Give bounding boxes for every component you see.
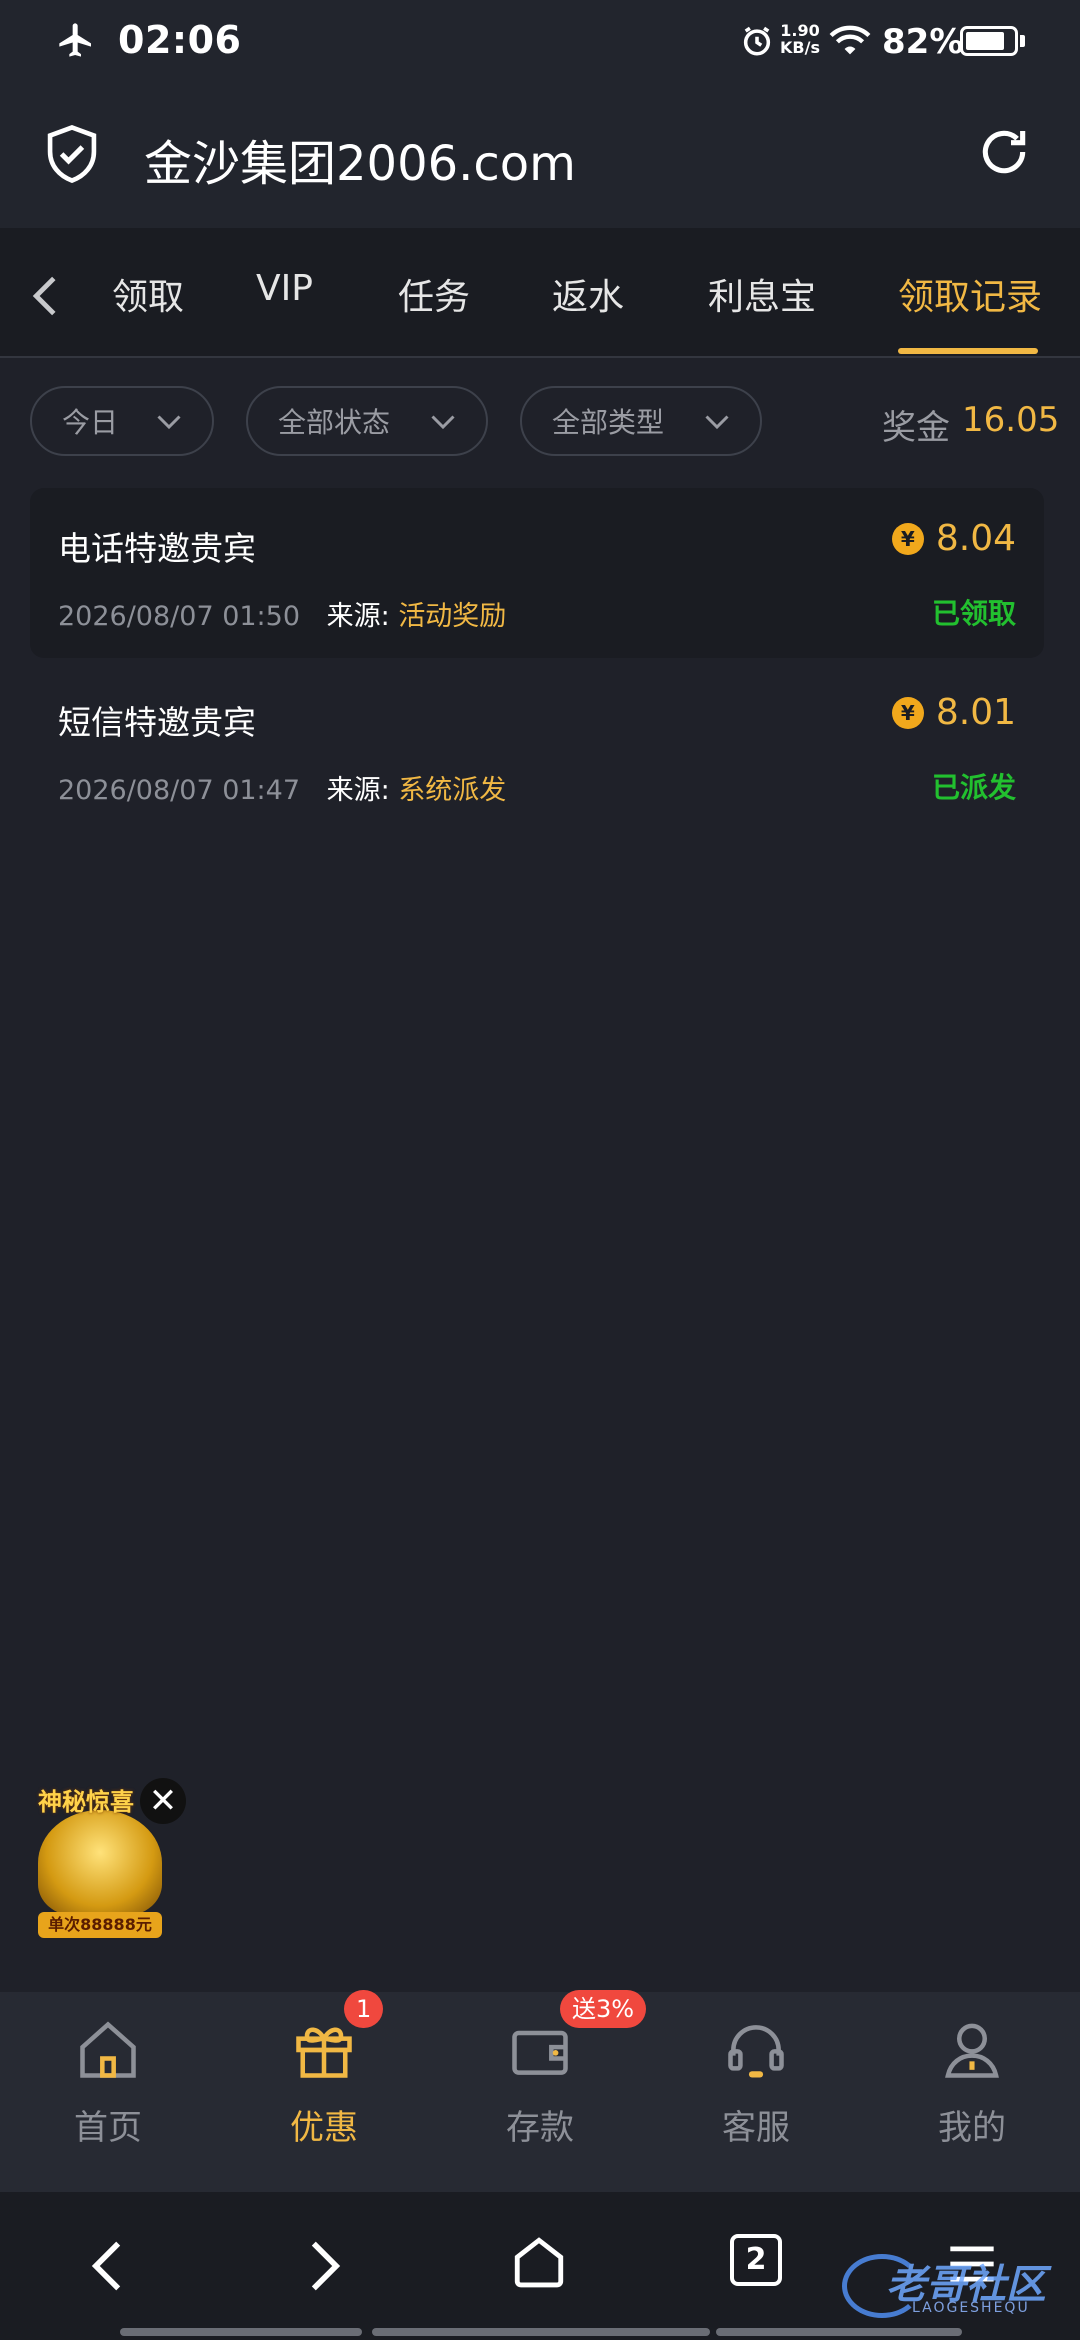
watermark-logo: 老哥社区 LAOGESHEQU — [842, 2248, 1068, 2328]
user-icon — [945, 2023, 999, 2078]
promo-title: 神秘惊喜 — [38, 1788, 134, 1816]
network-speed: 1.90 KB/s — [780, 21, 820, 57]
gift-icon — [296, 2027, 352, 2078]
record-item[interactable]: 短信特邀贵宾 ¥ 8.01 2026/08/07 01:47 来源: 系统派发 … — [30, 662, 1044, 832]
source-label: 来源: — [326, 601, 390, 632]
home-icon — [80, 2021, 136, 2078]
tab-task[interactable]: 任务 — [398, 268, 470, 320]
deposit-bonus-badge: 送3% — [560, 1990, 647, 2028]
record-status: 已领取 — [931, 597, 1016, 630]
chevron-left-icon[interactable] — [30, 274, 60, 318]
alarm-icon — [743, 26, 771, 56]
record-time: 2026/08/07 01:50 — [58, 601, 301, 632]
watermark-subtext: LAOGESHEQU — [912, 2300, 1030, 2316]
close-icon[interactable]: ✕ — [140, 1778, 186, 1824]
wallet-icon — [512, 2030, 568, 2075]
nav-promotions[interactable]: 优惠 1 — [216, 1990, 432, 2192]
battery-icon — [960, 26, 1018, 56]
tab-interest[interactable]: 利息宝 — [708, 268, 816, 320]
record-time: 2026/08/07 01:47 — [58, 775, 301, 806]
type-filter[interactable]: 全部类型 — [520, 386, 762, 456]
record-status: 已派发 — [931, 771, 1016, 804]
url-text[interactable]: 金沙集团2006.com — [144, 124, 576, 194]
tab-claim[interactable]: 领取 — [112, 268, 184, 320]
address-bar[interactable]: 金沙集团2006.com — [0, 84, 1080, 228]
refresh-icon[interactable] — [976, 124, 1032, 180]
tab-claim-records[interactable]: 领取记录 — [898, 268, 1042, 320]
status-filter[interactable]: 全部状态 — [246, 386, 488, 456]
record-title: 电话特邀贵宾 — [58, 529, 256, 568]
tab-switcher-button[interactable]: 2 — [730, 2234, 782, 2286]
nav-support[interactable]: 客服 — [648, 1992, 864, 2192]
airplane-mode-icon — [59, 23, 91, 57]
record-source: 活动奖励 — [398, 601, 507, 632]
bonus-label: 奖金 — [882, 408, 950, 448]
promo-tabs: 领取 VIP 任务 返水 利息宝 领取记录 — [0, 228, 1080, 358]
forward-icon[interactable] — [308, 2238, 342, 2294]
record-title: 短信特邀贵宾 — [58, 703, 256, 742]
source-label: 来源: — [326, 775, 390, 806]
filter-bar: 今日 全部状态 全部类型 奖金 16.05 — [0, 360, 1080, 480]
record-item[interactable]: 电话特邀贵宾 ¥ 8.04 2026/08/07 01:50 来源: 活动奖励 … — [30, 488, 1044, 658]
notification-badge: 1 — [344, 1990, 384, 2028]
active-tab-indicator — [898, 348, 1038, 354]
nav-deposit[interactable]: 存款 送3% — [432, 1990, 648, 2192]
tab-vip[interactable]: VIP — [256, 268, 313, 309]
record-meta: 2026/08/07 01:50 来源: 活动奖励 — [58, 594, 506, 633]
battery-percent: 82% — [882, 22, 964, 62]
bonus-total: 16.05 — [962, 400, 1060, 440]
promo-label: 单次88888元 — [38, 1912, 162, 1938]
gesture-bar — [716, 2328, 962, 2336]
gesture-bar — [120, 2328, 362, 2336]
record-amount: ¥ 8.04 — [891, 518, 1016, 559]
date-filter[interactable]: 今日 — [30, 386, 214, 456]
nav-home[interactable]: 首页 — [0, 1992, 216, 2192]
yuan-coin-icon: ¥ — [891, 522, 924, 555]
record-meta: 2026/08/07 01:47 来源: 系统派发 — [58, 768, 506, 807]
chevron-down-icon — [431, 415, 455, 430]
home-icon[interactable] — [510, 2232, 568, 2292]
yuan-coin-icon: ¥ — [891, 696, 924, 729]
record-source: 系统派发 — [398, 775, 507, 806]
record-amount: ¥ 8.01 — [891, 692, 1016, 733]
nav-profile[interactable]: 我的 — [864, 1992, 1080, 2192]
bottom-navigation: 首页 优惠 1 存款 送3% 客服 我的 — [0, 1990, 1080, 2192]
status-bar: 02:06 1.90 KB/s 82% — [0, 0, 1080, 84]
chevron-down-icon — [705, 415, 729, 430]
chevron-down-icon — [157, 415, 181, 430]
gesture-bar — [372, 2328, 710, 2336]
status-time: 02:06 — [118, 18, 242, 62]
wifi-icon — [829, 25, 871, 55]
tab-rebate[interactable]: 返水 — [552, 268, 624, 320]
headset-icon — [728, 2025, 784, 2078]
back-icon[interactable] — [90, 2238, 124, 2294]
money-tree-image — [38, 1810, 162, 1916]
shield-check-icon[interactable] — [44, 124, 100, 184]
